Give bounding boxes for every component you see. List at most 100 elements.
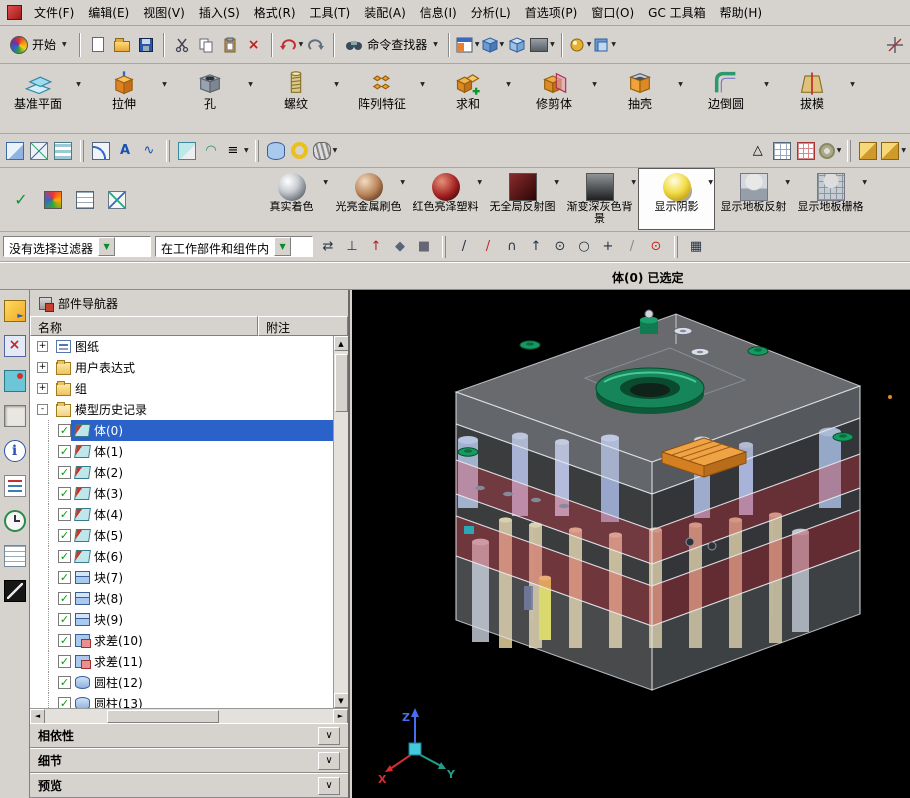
tree-item[interactable]: ✓ 块(8) (30, 588, 333, 609)
graphics-viewport[interactable]: Z X Y (352, 290, 910, 798)
window-layout-button[interactable]: ▼ (455, 32, 481, 58)
snap-grid-button[interactable]: ▦ (685, 236, 707, 258)
scroll-up-icon[interactable]: ▲ (333, 336, 348, 351)
feature-button-pattern[interactable]: 阵列特征 (347, 67, 417, 111)
scroll-thumb[interactable] (107, 709, 219, 723)
cut-button[interactable] (170, 32, 194, 58)
checkbox-icon[interactable]: ✓ (58, 487, 71, 500)
expander-icon[interactable]: - (37, 404, 48, 415)
background-swatch-button[interactable]: ▼ (529, 32, 556, 58)
tree-item[interactable]: ✓ 体(5) (30, 525, 333, 546)
command-finder-button[interactable]: 命令查找器 ▼ (340, 32, 443, 58)
tree-item[interactable]: ✓ 体(1) (30, 441, 333, 462)
snap-line-button[interactable]: / (453, 236, 475, 258)
tree-item[interactable]: ✓ 圆柱(13) (30, 693, 333, 708)
checkbox-icon[interactable]: ✓ (58, 424, 71, 437)
document-icon[interactable] (3, 475, 26, 497)
view-orient-button[interactable] (505, 32, 529, 58)
chevron-down-icon[interactable]: ▼ (675, 67, 686, 111)
checkbox-icon[interactable]: ✓ (58, 445, 71, 458)
visualization-button[interactable]: ▼ (568, 32, 593, 58)
menu-item[interactable]: 帮助(H) (713, 1, 769, 24)
undo-button[interactable]: ▼ (278, 32, 305, 58)
feature-button-extrude[interactable]: 拉伸 (89, 67, 159, 111)
tree-item[interactable]: ✓ 圆柱(12) (30, 672, 333, 693)
checkbox-icon[interactable]: ✓ (58, 550, 71, 563)
toolbar-grip[interactable] (674, 235, 678, 258)
chevron-down-icon[interactable]: ▼ (73, 67, 84, 111)
vertical-scrollbar[interactable]: ▲ ▼ (333, 336, 348, 708)
column-header-note[interactable]: 附注 (258, 316, 348, 336)
spline-button[interactable]: ∿ (137, 138, 161, 164)
paste-button[interactable] (218, 32, 242, 58)
scroll-left-icon[interactable]: ◄ (30, 708, 45, 724)
snap-cube-button[interactable]: ■ (413, 236, 435, 258)
datum-csys-button[interactable] (27, 138, 51, 164)
chevron-down-icon[interactable]: ▼ (417, 67, 428, 111)
tree-item[interactable]: ✓ 求差(11) (30, 651, 333, 672)
effects-button[interactable]: ▼ (592, 32, 617, 58)
menu-item[interactable]: 插入(S) (192, 1, 247, 24)
render-style-sphere-red[interactable]: 红色亮泽塑料 ▼ (407, 168, 484, 230)
menu-item[interactable]: 格式(R) (247, 1, 303, 24)
feature-button-unite[interactable]: 求和 (433, 67, 503, 111)
crosshair-button[interactable] (883, 32, 907, 58)
selection-filter-combo[interactable]: 没有选择过滤器 ▼ (3, 236, 151, 257)
scene-button[interactable]: ▼ (481, 32, 506, 58)
render-style-floor-grid[interactable]: 显示地板栅格 ▼ (792, 168, 869, 230)
feature-button-shell[interactable]: 抽壳 (605, 67, 675, 111)
sketch-button[interactable] (3, 138, 27, 164)
feature-button-thread[interactable]: 螺纹 (261, 67, 331, 111)
menu-item[interactable]: 信息(I) (413, 1, 464, 24)
reuse-library-icon[interactable] (3, 370, 26, 392)
menu-item[interactable]: 编辑(E) (81, 1, 136, 24)
tree-item[interactable]: + 组 (30, 378, 333, 399)
delete-button[interactable]: × (242, 32, 266, 58)
chevron-down-icon[interactable]: ▼ (785, 179, 790, 186)
snap-anchor-button[interactable]: ⊥ (341, 236, 363, 258)
tree-item[interactable]: ✓ 体(2) (30, 462, 333, 483)
snap-arc-button[interactable]: ∩ (501, 236, 523, 258)
menu-item[interactable]: 分析(L) (464, 1, 518, 24)
checkbox-icon[interactable]: ✓ (58, 655, 71, 668)
copy-button[interactable] (194, 32, 218, 58)
snap-plus-button[interactable]: + (597, 236, 619, 258)
checkbox-icon[interactable]: ✓ (58, 613, 71, 626)
tree-item[interactable]: ✓ 块(9) (30, 609, 333, 630)
menu-item[interactable]: GC 工具箱 (641, 1, 713, 24)
tree-item[interactable]: ✓ 体(6) (30, 546, 333, 567)
tree-item[interactable]: + 图纸 (30, 336, 333, 357)
cylinder-button[interactable] (264, 138, 288, 164)
column-header-name[interactable]: 名称 (30, 316, 258, 336)
feature-button-hole[interactable]: 孔 (175, 67, 245, 111)
mold-library-button[interactable]: ▼ (880, 138, 907, 164)
chevron-down-icon[interactable]: ∨ (318, 776, 340, 795)
history-icon[interactable] (3, 510, 26, 532)
toolbar-grip[interactable] (442, 235, 446, 258)
render-style-square-darkred[interactable]: 无全局反射图 ▼ (484, 168, 561, 230)
snap-line-red-button[interactable]: / (477, 236, 499, 258)
tree-item[interactable]: - 模型历史记录 (30, 399, 333, 420)
render-style-sphere-bronze[interactable]: 光亮金属刷色 ▼ (330, 168, 407, 230)
selection-scope-combo[interactable]: 在工作部件和组件内 ▼ (155, 236, 313, 257)
snap-swap-button[interactable]: ⇄ (317, 236, 339, 258)
apply-check-button[interactable]: ✓ (11, 190, 31, 210)
part-navigator-icon[interactable] (3, 405, 26, 427)
expander-icon[interactable]: + (37, 341, 48, 352)
gears-button[interactable]: ▼ (818, 138, 843, 164)
chevron-down-icon[interactable]: ▼ (862, 179, 867, 186)
section-dependencies[interactable]: 相依性 ∨ (30, 723, 348, 748)
toolbar-grip[interactable] (166, 139, 170, 162)
menu-item[interactable]: 文件(F) (27, 1, 81, 24)
feature-button-edge-blend[interactable]: 边倒圆 (691, 67, 761, 111)
snap-center-button[interactable]: ⊙ (549, 236, 571, 258)
tree-item[interactable]: ✓ 体(3) (30, 483, 333, 504)
horizontal-scrollbar[interactable]: ◄ ► (30, 708, 348, 724)
section-details[interactable]: 细节 ∨ (30, 748, 348, 773)
scroll-down-icon[interactable]: ▼ (333, 693, 348, 708)
feature-button-trim-body[interactable]: 修剪体 (519, 67, 589, 111)
spreadsheet-button[interactable] (75, 190, 95, 210)
chevron-down-icon[interactable]: ▼ (159, 67, 170, 111)
blend-button[interactable]: ◠ (199, 138, 223, 164)
chevron-down-icon[interactable]: ▼ (554, 179, 559, 186)
